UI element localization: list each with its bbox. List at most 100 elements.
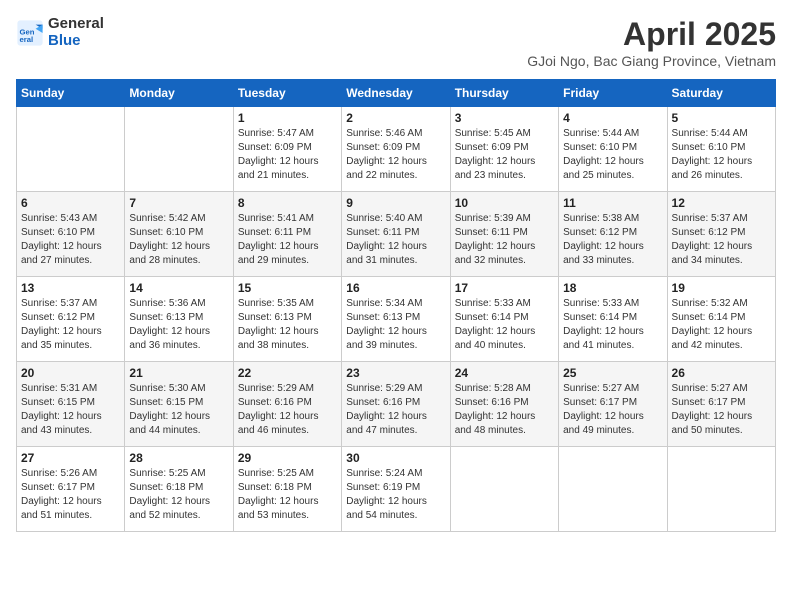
day-number: 3 [455, 111, 554, 125]
calendar-cell: 14 Sunrise: 5:36 AM Sunset: 6:13 PM Dayli… [125, 277, 233, 362]
calendar-cell [125, 107, 233, 192]
day-number: 18 [563, 281, 662, 295]
day-info: Sunrise: 5:27 AM Sunset: 6:17 PM Dayligh… [672, 382, 771, 438]
day-number: 2 [346, 111, 445, 125]
day-number: 15 [238, 281, 337, 295]
day-info: Sunrise: 5:34 AM Sunset: 6:13 PM Dayligh… [346, 297, 445, 353]
page-header: Gen eral General Blue April 2025 GJoi Ng… [16, 16, 776, 69]
calendar-header-row: SundayMondayTuesdayWednesdayThursdayFrid… [17, 80, 776, 107]
day-info: Sunrise: 5:30 AM Sunset: 6:15 PM Dayligh… [129, 382, 228, 438]
day-number: 5 [672, 111, 771, 125]
col-header-monday: Monday [125, 80, 233, 107]
calendar-cell: 16 Sunrise: 5:34 AM Sunset: 6:13 PM Dayli… [342, 277, 450, 362]
day-info: Sunrise: 5:37 AM Sunset: 6:12 PM Dayligh… [672, 212, 771, 268]
day-info: Sunrise: 5:44 AM Sunset: 6:10 PM Dayligh… [563, 127, 662, 183]
calendar-week-row: 27 Sunrise: 5:26 AM Sunset: 6:17 PM Dayli… [17, 447, 776, 532]
day-number: 22 [238, 366, 337, 380]
day-info: Sunrise: 5:42 AM Sunset: 6:10 PM Dayligh… [129, 212, 228, 268]
day-info: Sunrise: 5:46 AM Sunset: 6:09 PM Dayligh… [346, 127, 445, 183]
day-number: 20 [21, 366, 120, 380]
calendar-week-row: 20 Sunrise: 5:31 AM Sunset: 6:15 PM Dayli… [17, 362, 776, 447]
calendar-cell: 23Sunrise: 5:29 AM Sunset: 6:16 PM Dayli… [342, 362, 450, 447]
day-info: Sunrise: 5:25 AM Sunset: 6:18 PM Dayligh… [129, 467, 228, 523]
calendar-week-row: 1Sunrise: 5:47 AM Sunset: 6:09 PM Daylig… [17, 107, 776, 192]
col-header-wednesday: Wednesday [342, 80, 450, 107]
day-info: Sunrise: 5:39 AM Sunset: 6:11 PM Dayligh… [455, 212, 554, 268]
calendar-cell: 24 Sunrise: 5:28 AM Sunset: 6:16 PM Dayli… [450, 362, 558, 447]
col-header-sunday: Sunday [17, 80, 125, 107]
day-number: 23 [346, 366, 445, 380]
day-number: 27 [21, 451, 120, 465]
calendar-cell [559, 447, 667, 532]
day-info: Sunrise: 5:28 AM Sunset: 6:16 PM Dayligh… [455, 382, 554, 438]
col-header-friday: Friday [559, 80, 667, 107]
col-header-tuesday: Tuesday [233, 80, 341, 107]
calendar-cell: 2 Sunrise: 5:46 AM Sunset: 6:09 PM Daylig… [342, 107, 450, 192]
day-info: Sunrise: 5:31 AM Sunset: 6:15 PM Dayligh… [21, 382, 120, 438]
calendar-table: SundayMondayTuesdayWednesdayThursdayFrid… [16, 79, 776, 532]
day-number: 25 [563, 366, 662, 380]
day-number: 7 [129, 196, 228, 210]
day-info: Sunrise: 5:40 AM Sunset: 6:11 PM Dayligh… [346, 212, 445, 268]
logo: Gen eral General Blue [16, 16, 104, 49]
calendar-cell: 1Sunrise: 5:47 AM Sunset: 6:09 PM Daylig… [233, 107, 341, 192]
calendar-cell: 20 Sunrise: 5:31 AM Sunset: 6:15 PM Dayli… [17, 362, 125, 447]
svg-text:eral: eral [20, 35, 34, 44]
day-info: Sunrise: 5:36 AM Sunset: 6:13 PM Dayligh… [129, 297, 228, 353]
calendar-week-row: 6Sunrise: 5:43 AM Sunset: 6:10 PM Daylig… [17, 192, 776, 277]
day-info: Sunrise: 5:44 AM Sunset: 6:10 PM Dayligh… [672, 127, 771, 183]
calendar-cell: 19 Sunrise: 5:32 AM Sunset: 6:14 PM Dayli… [667, 277, 775, 362]
day-number: 16 [346, 281, 445, 295]
day-number: 14 [129, 281, 228, 295]
calendar-cell: 15 Sunrise: 5:35 AM Sunset: 6:13 PM Dayli… [233, 277, 341, 362]
day-number: 17 [455, 281, 554, 295]
calendar-cell: 27 Sunrise: 5:26 AM Sunset: 6:17 PM Dayli… [17, 447, 125, 532]
day-number: 30 [346, 451, 445, 465]
day-number: 24 [455, 366, 554, 380]
day-number: 8 [238, 196, 337, 210]
calendar-cell: 22 Sunrise: 5:29 AM Sunset: 6:16 PM Dayli… [233, 362, 341, 447]
calendar-cell: 17 Sunrise: 5:33 AM Sunset: 6:14 PM Dayli… [450, 277, 558, 362]
logo-icon: Gen eral [16, 19, 44, 47]
calendar-cell: 4Sunrise: 5:44 AM Sunset: 6:10 PM Daylig… [559, 107, 667, 192]
day-info: Sunrise: 5:32 AM Sunset: 6:14 PM Dayligh… [672, 297, 771, 353]
day-number: 9 [346, 196, 445, 210]
logo-text: General Blue [48, 16, 104, 49]
calendar-title-area: April 2025 GJoi Ngo, Bac Giang Province,… [527, 16, 776, 69]
calendar-cell: 12Sunrise: 5:37 AM Sunset: 6:12 PM Dayli… [667, 192, 775, 277]
calendar-subtitle: GJoi Ngo, Bac Giang Province, Vietnam [527, 53, 776, 69]
calendar-body: 1Sunrise: 5:47 AM Sunset: 6:09 PM Daylig… [17, 107, 776, 532]
calendar-cell: 10 Sunrise: 5:39 AM Sunset: 6:11 PM Dayli… [450, 192, 558, 277]
calendar-cell: 21 Sunrise: 5:30 AM Sunset: 6:15 PM Dayli… [125, 362, 233, 447]
calendar-cell: 9 Sunrise: 5:40 AM Sunset: 6:11 PM Daylig… [342, 192, 450, 277]
calendar-cell: 3 Sunrise: 5:45 AM Sunset: 6:09 PM Daylig… [450, 107, 558, 192]
day-number: 19 [672, 281, 771, 295]
day-info: Sunrise: 5:27 AM Sunset: 6:17 PM Dayligh… [563, 382, 662, 438]
day-number: 26 [672, 366, 771, 380]
day-number: 10 [455, 196, 554, 210]
calendar-cell [17, 107, 125, 192]
day-info: Sunrise: 5:25 AM Sunset: 6:18 PM Dayligh… [238, 467, 337, 523]
calendar-title: April 2025 [527, 16, 776, 53]
calendar-cell [667, 447, 775, 532]
day-info: Sunrise: 5:33 AM Sunset: 6:14 PM Dayligh… [455, 297, 554, 353]
calendar-cell: 7 Sunrise: 5:42 AM Sunset: 6:10 PM Daylig… [125, 192, 233, 277]
calendar-cell: 30 Sunrise: 5:24 AM Sunset: 6:19 PM Dayli… [342, 447, 450, 532]
day-number: 6 [21, 196, 120, 210]
col-header-saturday: Saturday [667, 80, 775, 107]
calendar-cell [450, 447, 558, 532]
calendar-cell: 5 Sunrise: 5:44 AM Sunset: 6:10 PM Daylig… [667, 107, 775, 192]
day-info: Sunrise: 5:24 AM Sunset: 6:19 PM Dayligh… [346, 467, 445, 523]
calendar-cell: 13Sunrise: 5:37 AM Sunset: 6:12 PM Dayli… [17, 277, 125, 362]
day-info: Sunrise: 5:29 AM Sunset: 6:16 PM Dayligh… [238, 382, 337, 438]
day-number: 11 [563, 196, 662, 210]
calendar-cell: 29Sunrise: 5:25 AM Sunset: 6:18 PM Dayli… [233, 447, 341, 532]
day-info: Sunrise: 5:45 AM Sunset: 6:09 PM Dayligh… [455, 127, 554, 183]
day-info: Sunrise: 5:26 AM Sunset: 6:17 PM Dayligh… [21, 467, 120, 523]
calendar-week-row: 13Sunrise: 5:37 AM Sunset: 6:12 PM Dayli… [17, 277, 776, 362]
col-header-thursday: Thursday [450, 80, 558, 107]
day-number: 21 [129, 366, 228, 380]
day-info: Sunrise: 5:35 AM Sunset: 6:13 PM Dayligh… [238, 297, 337, 353]
day-number: 1 [238, 111, 337, 125]
day-number: 28 [129, 451, 228, 465]
